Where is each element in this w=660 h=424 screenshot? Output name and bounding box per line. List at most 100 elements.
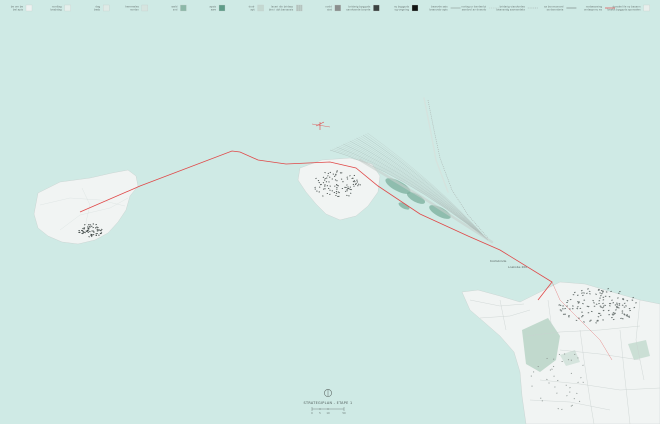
building <box>581 311 583 313</box>
building <box>562 305 564 307</box>
building <box>324 184 326 186</box>
building <box>323 179 326 181</box>
route-label-1: Koldsbinde <box>490 259 506 263</box>
building <box>590 319 592 321</box>
legend-item-0: be om bebel apis <box>11 4 33 12</box>
building <box>533 371 535 373</box>
building <box>347 186 349 188</box>
building <box>326 193 328 194</box>
legend-label: sandvande boyrde <box>346 8 371 12</box>
legend-label: besb <box>94 8 101 12</box>
building <box>564 313 566 315</box>
legend-label: sa danvdaria <box>547 8 564 12</box>
legend-swatch <box>373 4 380 12</box>
legend-label: apt <box>250 8 254 12</box>
legend-label: besbdag <box>50 8 61 12</box>
building <box>561 361 563 362</box>
legend-label: beansvdg savnandela <box>496 8 525 12</box>
building <box>336 170 338 172</box>
building <box>342 181 344 183</box>
legend-swatch <box>411 4 419 12</box>
building <box>336 187 338 189</box>
building <box>91 230 93 232</box>
map-sheet: be om be bel apis nordlag besbdag dag besb hem… <box>0 0 660 424</box>
scale-label-3: 50 <box>342 411 346 415</box>
building <box>562 313 565 315</box>
legend-label: ondaspnnu es <box>584 8 603 12</box>
building <box>583 299 586 301</box>
building <box>608 314 610 316</box>
building <box>317 180 320 182</box>
building <box>96 228 98 230</box>
building <box>352 183 355 185</box>
building <box>569 391 571 393</box>
building <box>325 181 328 183</box>
building <box>92 223 94 225</box>
building <box>344 186 346 188</box>
building <box>599 314 602 316</box>
legend-swatch <box>257 4 264 12</box>
building <box>568 315 570 317</box>
legend-label: awe <box>211 9 217 12</box>
building <box>572 294 575 296</box>
building <box>335 173 337 175</box>
legend-label: beanvstv apis <box>430 8 449 12</box>
building <box>589 320 591 322</box>
building <box>337 195 339 197</box>
building <box>541 400 543 402</box>
building <box>619 291 621 293</box>
building <box>573 398 575 400</box>
building <box>97 227 99 229</box>
building <box>326 185 329 187</box>
building <box>566 301 568 304</box>
building <box>346 194 348 196</box>
building <box>327 187 330 189</box>
building <box>336 171 338 173</box>
legend-item-10: ny byggudsog vegning <box>394 4 419 12</box>
legend-label: beskit bygguds sponsden <box>608 8 641 12</box>
building <box>316 190 318 192</box>
map-canvas: be om bebel apisnordlagbesbdagdagbesbhem… <box>0 0 660 424</box>
building <box>569 298 572 301</box>
building <box>554 386 556 388</box>
building <box>87 228 89 230</box>
legend-swatch <box>643 4 650 12</box>
legend-label: birs i ubt barssosis <box>269 8 294 12</box>
legend-swatch <box>141 4 148 12</box>
building <box>331 190 333 192</box>
building <box>604 295 607 297</box>
building <box>96 232 98 234</box>
legend-swatch <box>25 4 33 12</box>
building <box>337 191 340 193</box>
building <box>602 319 604 321</box>
building <box>612 312 615 314</box>
legend-swatch <box>218 4 226 12</box>
building <box>614 312 616 314</box>
legend-item-9: bridarig byggudssandvande boyrde <box>346 4 380 12</box>
building <box>357 185 359 187</box>
building <box>335 192 338 194</box>
building <box>611 316 613 319</box>
scale-label-2: 10 <box>326 411 330 415</box>
building <box>83 231 85 233</box>
legend-label: bel apis <box>13 8 24 12</box>
building <box>600 306 602 308</box>
legend-swatch <box>180 4 187 12</box>
building <box>97 230 99 232</box>
building <box>598 312 600 314</box>
legend-label: svd <box>173 8 178 12</box>
legend-label: sandvol av dnavdo <box>462 8 487 12</box>
building <box>319 184 322 186</box>
building <box>611 313 614 315</box>
building <box>89 231 91 233</box>
building <box>349 186 352 188</box>
legend-label: siat <box>327 8 332 12</box>
building <box>335 174 337 176</box>
legend-item-1: nordlagbesbdag <box>50 5 71 12</box>
building <box>562 308 564 310</box>
legend-label: og vegning <box>395 8 410 12</box>
legend: be om bebel apisnordlagbesbdagdagbesbhem… <box>11 5 650 12</box>
building <box>334 179 337 181</box>
building <box>92 234 95 236</box>
legend-item-7: laceri din bridarpbirs i ubt barssosis <box>269 5 303 12</box>
